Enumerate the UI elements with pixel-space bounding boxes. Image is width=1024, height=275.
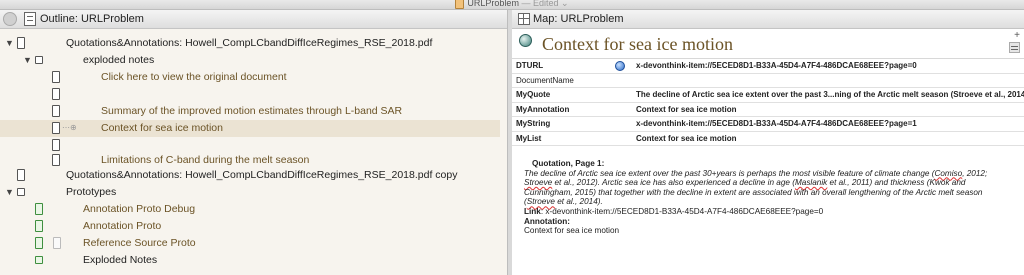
outline-view-icon [24, 12, 36, 26]
disclosure-down-icon[interactable]: ▼ [5, 38, 14, 48]
quotation-label: Quotation, Page 1: [532, 159, 605, 168]
outline-row[interactable]: ▼ exploded notes [0, 52, 507, 69]
outline-row[interactable]: Click here to view the original document [0, 69, 507, 86]
attribute-key: MyAnnotation [516, 104, 570, 114]
quote-segment: Maslanik [794, 178, 828, 188]
attribute-row[interactable]: MyList Context for sea ice motion [512, 132, 1024, 146]
window-edited-status: — Edited [521, 0, 559, 8]
pane-toggle-button[interactable] [3, 12, 17, 26]
outline-row[interactable] [0, 86, 507, 103]
outline-row-label[interactable]: Annotation Proto [83, 220, 161, 232]
attributes-table: DTURL x-devonthink-item://5ECED8D1-B33A-… [512, 58, 1024, 146]
attribute-value[interactable]: x-devonthink-item://5ECED8D1-B33A-45D4-A… [636, 61, 917, 70]
link-value[interactable]: : x-devonthink-item://5ECED8D1-B33A-45D4… [541, 207, 823, 216]
container-icon [35, 56, 43, 64]
attribute-row[interactable]: DTURL x-devonthink-item://5ECED8D1-B33A-… [512, 59, 1024, 74]
quotation-text: The decline of Arctic sea ice extent ove… [524, 169, 1014, 207]
note-icon [17, 169, 25, 181]
outline-tab-title[interactable]: Outline: URLProblem [40, 13, 144, 25]
add-sibling-icon[interactable]: ⊕ [70, 123, 77, 132]
outline-row[interactable]: ▼ Quotations&Annotations: Howell_CompLCb… [0, 35, 507, 52]
attribute-row[interactable]: MyString x-devonthink-item://5ECED8D1-B3… [512, 117, 1024, 132]
outline-row[interactable]: Annotation Proto Debug [0, 201, 507, 218]
outline-header: Outline: URLProblem [0, 10, 507, 29]
quote-segment: Stroeve [526, 197, 555, 207]
outline-row[interactable]: ▼ Prototypes [0, 184, 507, 201]
attribute-key: MyList [516, 133, 542, 143]
outline-row-label[interactable]: Prototypes [66, 186, 116, 198]
link-label: Link [524, 206, 541, 216]
outline-row[interactable]: Annotation Proto [0, 218, 507, 235]
attribute-value[interactable]: Context for sea ice motion [636, 105, 736, 114]
add-attribute-button[interactable]: + [1014, 30, 1020, 41]
outline-pane: Outline: URLProblem ▼ Quotations&Annotat… [0, 10, 507, 275]
map-pane: Map: URLProblem + Context for sea ice mo… [512, 10, 1024, 275]
quote-segment: Stroeve [524, 178, 553, 188]
attribute-key: MyString [516, 119, 551, 128]
outline-row-label[interactable]: exploded notes [83, 54, 154, 66]
map-header: Map: URLProblem [512, 10, 1024, 29]
prototype-container-icon [35, 256, 43, 264]
prototype-note-icon [35, 220, 43, 232]
attribute-value[interactable]: x-devonthink-item://5ECED8D1-B33A-45D4-A… [636, 119, 917, 128]
note-icon [52, 139, 60, 151]
container-icon [17, 188, 25, 196]
disclosure-down-icon[interactable]: ▼ [23, 55, 32, 65]
outline-row-selected[interactable]: ⋯ ⊕ Context for sea ice motion [0, 120, 500, 137]
outline-row-label[interactable]: Quotations&Annotations: Howell_CompLCban… [66, 169, 457, 181]
outline-row-label[interactable]: Exploded Notes [83, 254, 157, 266]
outline-row-label[interactable]: Summary of the improved motion estimates… [101, 105, 402, 117]
window-title-text: URLProblem [467, 0, 519, 8]
map-view-icon [518, 13, 530, 25]
globe-link-icon[interactable] [615, 61, 625, 71]
window-title: URLProblem — Edited ⌄ [0, 0, 1024, 9]
page-icon [53, 237, 61, 249]
quote-segment: et al., 2014). [554, 197, 603, 207]
map-tab-title[interactable]: Map: URLProblem [533, 13, 623, 25]
attribute-row[interactable]: MyAnnotation Context for sea ice motion [512, 103, 1024, 117]
outline-row[interactable]: Exploded Notes [0, 252, 507, 269]
link-line: Link: x-devonthink-item://5ECED8D1-B33A-… [524, 207, 1014, 217]
attribute-value[interactable]: Context for sea ice motion [636, 134, 736, 143]
note-icon [52, 122, 60, 134]
quote-segment: The decline of Arctic sea ice extent ove… [524, 168, 935, 178]
outline-row[interactable]: Quotations&Annotations: Howell_CompLCban… [0, 167, 507, 184]
attribute-key: DTURL [516, 61, 544, 70]
prototype-note-icon [35, 203, 43, 215]
quote-segment: et al., 2012). Arctic sea ice has also e… [552, 178, 795, 188]
window-titlebar: URLProblem — Edited ⌄ [0, 0, 1024, 10]
note-icon [52, 71, 60, 83]
prototype-note-icon [35, 237, 43, 249]
disclosure-down-icon[interactable]: ▼ [5, 187, 14, 197]
outline-row-label[interactable]: Quotations&Annotations: Howell_CompLCban… [66, 37, 432, 49]
drag-handle-icon[interactable]: ⋯ [62, 123, 70, 132]
note-badge-icon[interactable] [519, 34, 532, 47]
quote-segment: Comiso [934, 168, 963, 178]
outline-row-label[interactable]: Reference Source Proto [83, 237, 196, 249]
note-icon [52, 88, 60, 100]
annotation-label: Annotation: [524, 216, 570, 226]
outline-row[interactable]: Reference Source Proto [0, 235, 507, 252]
attribute-row[interactable]: DocumentName [512, 74, 1024, 88]
attribute-key: MyQuote [516, 90, 551, 99]
annotation-value: Context for sea ice motion [524, 226, 620, 236]
outline-row-label[interactable]: Click here to view the original document [101, 71, 287, 83]
note-icon [52, 154, 60, 166]
quote-segment: , 2012; [962, 168, 988, 178]
attribute-row[interactable]: MyQuote The decline of Arctic sea ice ex… [512, 88, 1024, 103]
note-icon [17, 37, 25, 49]
outline-row-label[interactable]: Annotation Proto Debug [83, 203, 195, 215]
outline-row[interactable]: Summary of the improved motion estimates… [0, 103, 507, 120]
title-chevron-icon[interactable]: ⌄ [561, 0, 569, 8]
attribute-options-button[interactable] [1009, 42, 1020, 53]
document-icon [455, 0, 465, 9]
attribute-key: DocumentName [516, 75, 574, 85]
outline-row-label[interactable]: Limitations of C-band during the melt se… [101, 154, 309, 166]
note-title[interactable]: Context for sea ice motion [542, 34, 733, 55]
outline-row-label[interactable]: Context for sea ice motion [101, 122, 223, 134]
note-text-area[interactable]: Quotation, Page 1: The decline of Arctic… [524, 159, 1014, 236]
attribute-value[interactable]: The decline of Arctic sea ice extent ove… [636, 90, 1024, 99]
note-icon [52, 105, 60, 117]
